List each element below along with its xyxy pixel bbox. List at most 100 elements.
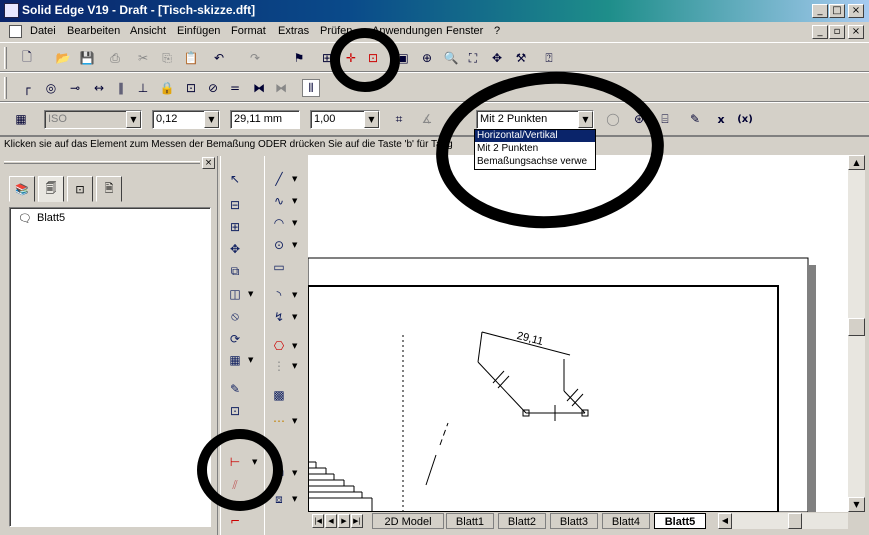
doc-minimize-button[interactable]: _ <box>812 25 828 39</box>
broken-view-icon[interactable]: ⦸ <box>226 307 244 325</box>
zoom-icon[interactable]: 🔍 <box>442 49 460 67</box>
tree-item-blatt5[interactable]: Blatt5 <box>37 212 65 224</box>
symmetric-icon[interactable]: ⊘ <box>204 79 222 97</box>
chevron-down-icon[interactable]: ▼ <box>292 412 298 430</box>
close-button[interactable]: × <box>848 4 864 18</box>
tab-blatt2[interactable]: Blatt2 <box>498 513 546 529</box>
new-icon[interactable]: 🗋 <box>18 49 36 67</box>
menu-bearbeiten[interactable]: Bearbeiten <box>67 25 120 37</box>
redo-icon[interactable]: ↷ <box>246 49 264 67</box>
text-option-icon[interactable]: ⌸ <box>656 110 674 128</box>
aux-view-icon[interactable]: ✥ <box>226 240 244 258</box>
perpendicular-icon[interactable]: ⊥ <box>134 79 152 97</box>
app-icon[interactable] <box>4 3 19 18</box>
menu-extras[interactable]: Extras <box>278 25 309 37</box>
dimension-type-icon[interactable]: ⌗ <box>390 110 408 128</box>
tab-blatt5[interactable]: Blatt5 <box>654 513 706 529</box>
toolbar-grip[interactable] <box>4 47 7 69</box>
tab-2d-model[interactable]: 2D Model <box>372 513 444 529</box>
panel-grip[interactable] <box>4 161 200 164</box>
menu-help[interactable]: ? <box>494 25 500 37</box>
prefix-icon[interactable]: ⊛ <box>630 110 648 128</box>
scroll-left-button[interactable]: ◀ <box>718 513 732 529</box>
save-icon[interactable]: 💾 <box>78 49 96 67</box>
option-bemassungsachse[interactable]: Bemaßungsachse verwe <box>475 156 595 168</box>
scroll-up-button[interactable]: ▲ <box>848 155 865 170</box>
menu-einfuegen[interactable]: Einfügen <box>177 25 220 37</box>
fit-icon[interactable]: ⛶ <box>464 49 482 67</box>
view-icon[interactable]: ▣ <box>394 49 412 67</box>
mirror-draw-icon[interactable]: ⋮ <box>270 357 288 375</box>
tab-blatt1[interactable]: Blatt1 <box>446 513 494 529</box>
help-icon[interactable]: ⍰ <box>540 49 558 67</box>
tab-layers-icon[interactable]: ⊡ <box>67 176 93 202</box>
angle-dimension-icon[interactable]: ⌐ <box>226 512 244 530</box>
chevron-down-icon[interactable]: ▼ <box>252 453 258 471</box>
option-horizontal-vertikal[interactable]: Horizontal/Vertikal <box>475 130 595 142</box>
chevron-down-icon[interactable]: ▼ <box>292 286 298 304</box>
close-ribbon-button[interactable]: x <box>712 110 730 128</box>
standard-select[interactable]: ISO ▼ <box>44 110 142 129</box>
fill-icon[interactable]: ⋯ <box>270 412 288 430</box>
detail-view-icon[interactable]: ⧉ <box>226 262 244 280</box>
fillet-icon[interactable]: ┌ <box>18 79 36 97</box>
circle-option-icon[interactable]: ◯ <box>604 110 622 128</box>
fillet-draw-icon[interactable]: ◝ <box>270 286 288 304</box>
equal-icon[interactable]: = <box>226 79 244 97</box>
tools-icon[interactable]: ⚒ <box>512 49 530 67</box>
chevron-down-icon[interactable]: ▼ <box>292 236 298 254</box>
chevron-down-icon[interactable]: ▼ <box>292 464 298 482</box>
minimize-button[interactable]: _ <box>812 4 828 18</box>
option-mit-2-punkten[interactable]: Mit 2 Punkten <box>475 143 595 155</box>
tangent-icon[interactable]: ⊸ <box>66 79 84 97</box>
cut-icon[interactable]: ✂ <box>134 49 152 67</box>
print-icon[interactable]: ⎙ <box>106 49 124 67</box>
maximize-button[interactable]: □ <box>829 4 845 18</box>
cancel-ribbon-button[interactable]: (x) <box>736 110 754 128</box>
scroll-thumb[interactable] <box>848 318 865 336</box>
circle-icon[interactable]: ◎ <box>42 79 60 97</box>
menu-format[interactable]: Format <box>231 25 266 37</box>
connect-icon[interactable]: ⊡ <box>182 79 200 97</box>
rotate-view-icon[interactable]: ⟳ <box>226 330 244 348</box>
chevron-down-icon[interactable]: ▼ <box>292 357 298 375</box>
rectangle-icon[interactable]: ▭ <box>270 258 288 276</box>
vertical-scrollbar[interactable]: ▲ ▼ <box>848 155 865 512</box>
part-view-icon[interactable]: ⊞ <box>226 218 244 236</box>
angle-icon[interactable]: ∡ <box>418 110 436 128</box>
menu-pruefen[interactable]: Prüfen <box>320 25 352 37</box>
tab-sheets-icon[interactable]: 📚 <box>9 176 35 202</box>
properties-icon[interactable]: ✎ <box>686 110 704 128</box>
balloon-icon[interactable]: ⊡ <box>226 402 244 420</box>
menu-fenster[interactable]: Fenster <box>446 25 483 37</box>
flag-icon[interactable]: ⚑ <box>290 49 308 67</box>
lock-icon[interactable]: 🔒 <box>158 79 176 97</box>
chevron-down-icon[interactable]: ▼ <box>292 308 298 326</box>
orient-icon[interactable]: ⤢ <box>444 110 462 128</box>
arc-icon[interactable]: ◠ <box>270 214 288 232</box>
mirror-icon[interactable]: ⧓ <box>250 79 268 97</box>
paste-icon[interactable]: 📋 <box>182 49 200 67</box>
horizontal-scrollbar[interactable]: ◀ <box>718 513 848 529</box>
zoom-area-icon[interactable]: ⊕ <box>418 49 436 67</box>
drawing-canvas[interactable]: 29,11 <box>307 155 848 513</box>
panel-close-icon[interactable]: × <box>202 157 215 169</box>
tab-blatt3[interactable]: Blatt3 <box>550 513 598 529</box>
pan-icon[interactable]: ✥ <box>488 49 506 67</box>
hscroll-thumb[interactable] <box>788 513 802 529</box>
relation-icon[interactable]: ⫴ <box>302 79 320 97</box>
prev-sheet-button[interactable]: ◀ <box>325 514 337 528</box>
menu-ansicht[interactable]: Ansicht <box>130 25 166 37</box>
next-sheet-button[interactable]: ▶ <box>338 514 350 528</box>
doc-close-button[interactable]: × <box>848 25 864 39</box>
last-sheet-button[interactable]: ▶| <box>351 514 363 528</box>
trim-icon[interactable]: ↯ <box>270 308 288 326</box>
curve-icon[interactable]: ∿ <box>270 192 288 210</box>
style-icon[interactable]: ▦ <box>12 110 30 128</box>
chevron-down-icon[interactable]: ▼ <box>292 170 298 188</box>
block-icon[interactable]: ⧈ <box>270 490 288 508</box>
select-icon[interactable]: ↖ <box>226 170 244 188</box>
hatch-icon[interactable]: ▩ <box>270 386 288 404</box>
table-icon[interactable]: ▦ <box>226 351 244 369</box>
tab-library-icon[interactable]: 🗐 <box>38 176 64 202</box>
